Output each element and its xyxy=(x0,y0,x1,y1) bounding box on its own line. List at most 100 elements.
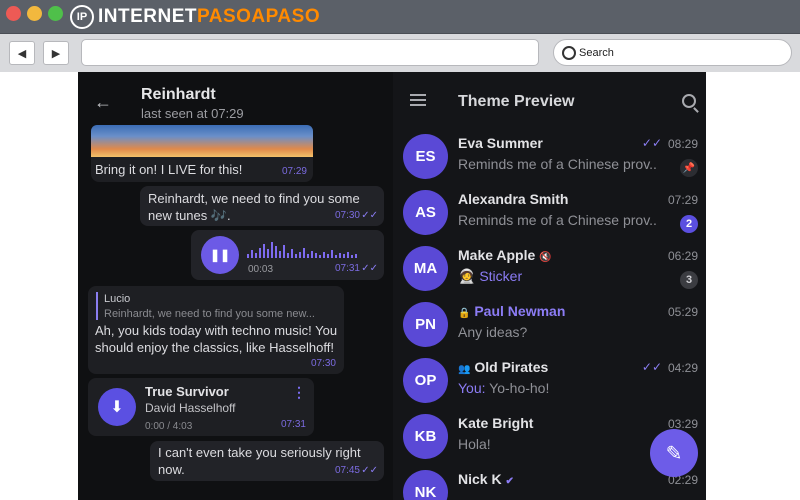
group-icon: 👥 xyxy=(458,364,471,375)
logo-text-internet: INTERNET xyxy=(98,6,197,27)
chat-name: Make Apple 🔇 xyxy=(458,247,552,263)
chat-time: 06:29 xyxy=(667,249,698,263)
verified-badge-icon: ✔ xyxy=(505,476,514,487)
download-arrow-icon[interactable]: ⬇ xyxy=(98,388,136,426)
hamburger-menu-icon[interactable] xyxy=(410,94,426,106)
photo-message-image[interactable] xyxy=(91,125,313,157)
unread-badge: 3 xyxy=(680,271,698,289)
pencil-icon: ✎ xyxy=(665,442,683,465)
preview-sender: You: xyxy=(458,380,486,396)
chat-preview: Any ideas? xyxy=(458,324,528,340)
chat-preview: You: Yo-ho-ho! xyxy=(458,380,549,396)
pin-icon: 📌 xyxy=(680,159,698,177)
chat-list-item[interactable]: AS Alexandra Smith Reminds me of a Chine… xyxy=(393,186,706,242)
unread-badge: 2 xyxy=(680,215,698,233)
avatar: AS xyxy=(403,190,448,235)
chat-name-text: Old Pirates xyxy=(474,359,549,375)
browser-window: IP INTERNET PASOAPASO ◀ ▶ Search ← Reinh… xyxy=(0,0,800,500)
chat-header: ← Reinhardt last seen at 07:29 xyxy=(78,72,393,128)
preview-text: Yo-ho-ho! xyxy=(489,380,550,396)
voice-message: ❚❚ 00:03 07:31 ✓✓ xyxy=(191,230,384,280)
chat-list-pane: Theme Preview ES Eva Summer Reminds me o… xyxy=(393,72,706,500)
search-input[interactable]: Search xyxy=(553,39,792,66)
muted-speaker-icon: 🔇 xyxy=(539,252,552,263)
title-bar: IP INTERNET PASOAPASO xyxy=(0,0,800,34)
message-bubble: Reinhardt, we need to find you some new … xyxy=(140,186,384,226)
chat-title[interactable]: Reinhardt xyxy=(141,86,216,104)
chat-time: 07:29 xyxy=(667,193,698,207)
read-ticks-icon: ✓✓ xyxy=(641,360,662,374)
chat-time: 08:29 xyxy=(667,137,698,151)
pause-icon[interactable]: ❚❚ xyxy=(201,236,239,274)
navigation-bar: ◀ ▶ Search xyxy=(0,34,800,72)
kebab-menu-icon[interactable]: ⋮ xyxy=(292,384,306,401)
message-time: 07:30 xyxy=(334,210,360,221)
message-time: 07:31 xyxy=(334,263,360,274)
chat-preview: Reminds me of a Chinese prov... xyxy=(458,156,658,172)
message-bubble: I can't even take you seriously right no… xyxy=(150,441,384,481)
voice-duration: 00:03 xyxy=(248,264,274,275)
reply-text[interactable]: Reinhardt, we need to find you some new.… xyxy=(104,306,340,323)
back-button[interactable]: ◀ xyxy=(9,41,35,65)
chat-preview: 🧑‍🚀 Sticker xyxy=(458,268,523,284)
avatar: OP xyxy=(403,358,448,403)
chat-name: 🔒 Paul Newman xyxy=(458,303,565,319)
logo-text-pasoapaso: PASOAPASO xyxy=(197,6,321,27)
avatar: NK xyxy=(403,470,448,500)
chat-name: Kate Bright xyxy=(458,415,534,431)
search-icon xyxy=(562,45,576,60)
search-icon[interactable] xyxy=(682,94,696,108)
audio-progress: 0:00 / 4:03 xyxy=(145,421,193,432)
lock-icon: 🔒 xyxy=(458,308,471,319)
address-bar[interactable] xyxy=(81,39,539,66)
chat-name: Alexandra Smith xyxy=(458,191,569,207)
read-ticks-icon: ✓✓ xyxy=(361,465,378,476)
maximize-window-button[interactable] xyxy=(48,6,63,21)
close-window-button[interactable] xyxy=(6,6,21,21)
chat-pane: ← Reinhardt last seen at 07:29 Bring it … xyxy=(78,72,393,500)
chat-preview: Reminds me of a Chinese prov... xyxy=(458,212,658,228)
message-bubble: Bring it on! I LIVE for this! 07:29 xyxy=(91,157,313,182)
chat-time: 04:29 xyxy=(667,361,698,375)
chat-status: last seen at 07:29 xyxy=(141,106,244,121)
chat-list-header: Theme Preview xyxy=(393,72,706,130)
read-ticks-icon: ✓✓ xyxy=(361,210,378,221)
avatar: KB xyxy=(403,414,448,459)
message-time: 07:31 xyxy=(280,419,306,430)
message-text: Ah, you kids today with techno music! Yo… xyxy=(95,323,338,355)
search-placeholder: Search xyxy=(579,46,614,59)
chat-list-item[interactable]: PN 🔒 Paul Newman Any ideas? 05:29 xyxy=(393,298,706,354)
chat-list-item[interactable]: OP 👥 Old Pirates You: Yo-ho-ho! ✓✓ 04:29 xyxy=(393,354,706,410)
chat-name-text: Nick K xyxy=(458,471,502,487)
minimize-window-button[interactable] xyxy=(27,6,42,21)
chat-list-item[interactable]: MA Make Apple 🔇 🧑‍🚀 Sticker 06:29 3 xyxy=(393,242,706,298)
chat-name-text: Make Apple xyxy=(458,247,536,263)
read-ticks-icon: ✓✓ xyxy=(361,263,378,274)
audio-title: True Survivor xyxy=(145,384,229,399)
message-time: 07:30 xyxy=(310,358,336,369)
avatar: PN xyxy=(403,302,448,347)
telegram-app: ← Reinhardt last seen at 07:29 Bring it … xyxy=(78,72,706,500)
message-time: 07:45 xyxy=(334,465,360,476)
logo-mark-icon: IP xyxy=(70,5,94,29)
forward-button[interactable]: ▶ xyxy=(43,41,69,65)
chat-name: Nick K ✔ xyxy=(458,471,514,487)
chat-name-text: Paul Newman xyxy=(474,303,566,319)
compose-button[interactable]: ✎ xyxy=(650,429,698,477)
message-bubble-with-reply: Lucio Reinhardt, we need to find you som… xyxy=(88,286,344,374)
audio-file-message: ⬇ True Survivor David Hasselhoff 0:00 / … xyxy=(88,378,314,436)
chat-list-item[interactable]: ES Eva Summer Reminds me of a Chinese pr… xyxy=(393,130,706,186)
chat-time: 05:29 xyxy=(667,305,698,319)
avatar: MA xyxy=(403,246,448,291)
site-logo: IP INTERNET PASOAPASO xyxy=(70,4,320,30)
message-text: Bring it on! I LIVE for this! xyxy=(95,162,243,177)
arrow-left-icon[interactable]: ← xyxy=(94,92,112,113)
chat-preview: Hola! xyxy=(458,436,491,452)
read-ticks-icon: ✓✓ xyxy=(641,136,662,150)
page-title: Theme Preview xyxy=(458,93,575,110)
avatar: ES xyxy=(403,134,448,179)
audio-artist: David Hasselhoff xyxy=(145,401,236,415)
reply-quote-bar xyxy=(96,292,98,320)
voice-waveform[interactable] xyxy=(247,242,367,258)
chat-name: 👥 Old Pirates xyxy=(458,359,548,375)
